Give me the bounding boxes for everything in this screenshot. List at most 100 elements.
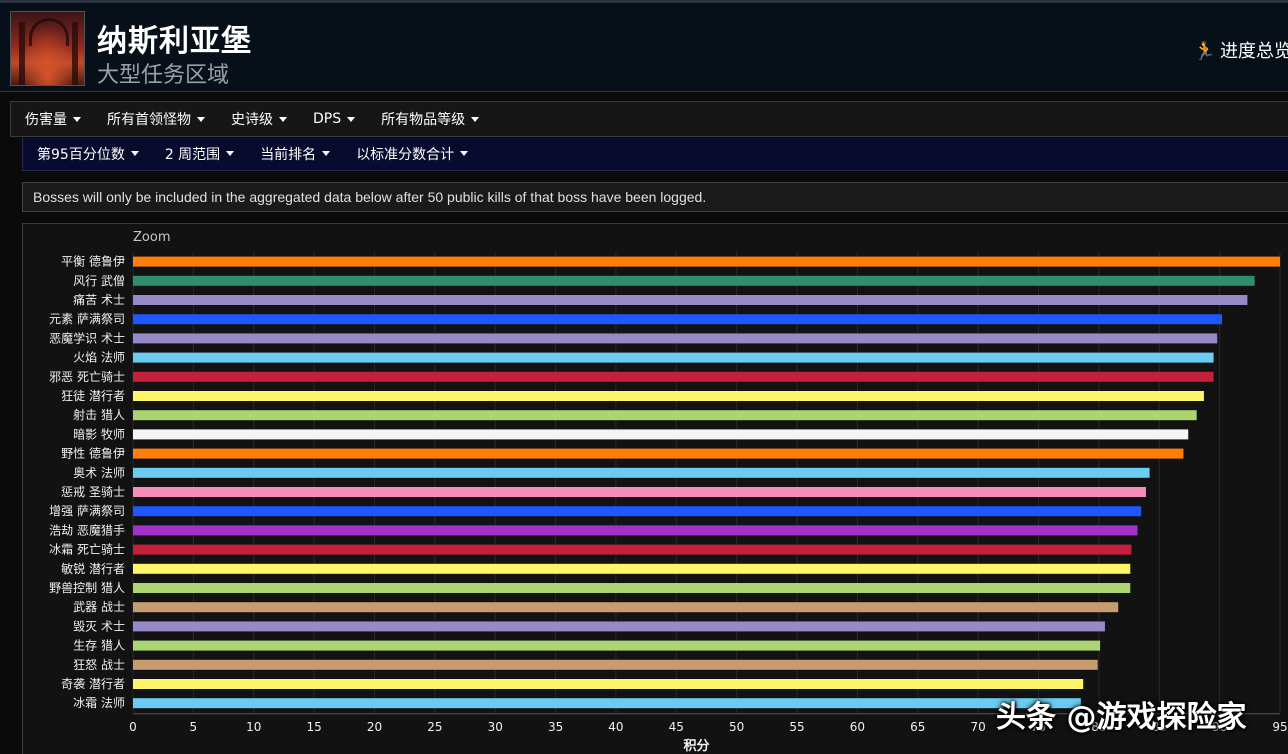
- x-tick-label: 35: [548, 720, 563, 734]
- caret-down-icon: [347, 116, 356, 122]
- caret-down-icon: [197, 116, 205, 122]
- category-label: 敏锐 潜行者: [61, 561, 125, 576]
- running-figure-icon: 🏃: [1193, 41, 1216, 62]
- x-tick-label: 20: [367, 720, 382, 734]
- category-label: 奥术 法师: [73, 466, 125, 480]
- menu-range-dropdown[interactable]: 2 周范围: [165, 144, 235, 164]
- menu-role-dropdown[interactable]: DPS: [313, 111, 356, 127]
- x-tick-label: 45: [669, 720, 684, 734]
- bar: [133, 467, 1150, 478]
- bar: [133, 371, 1214, 382]
- aggregation-notice: Bosses will only be included in the aggr…: [22, 182, 1288, 212]
- x-tick-label: 60: [850, 720, 865, 734]
- category-label: 生存 猎人: [73, 639, 125, 653]
- x-axis-label: 积分: [683, 738, 709, 754]
- bar: [133, 679, 1084, 689]
- bar: [133, 295, 1248, 305]
- filter-menu-bar: 第95百分位数 2 周范围 当前排名 以标准分数合计: [22, 137, 1288, 171]
- category-label: 浩劫 恶魔猎手: [49, 522, 125, 537]
- zone-title: 纳斯利亚堡: [97, 24, 252, 59]
- menu-aggregation-dropdown[interactable]: 以标准分数合计: [356, 144, 469, 164]
- x-tick-label: 25: [427, 720, 442, 734]
- bar: [133, 429, 1189, 440]
- x-tick-label: 65: [910, 720, 925, 734]
- x-tick-label: 5: [190, 720, 198, 734]
- x-tick-label: 30: [488, 720, 503, 734]
- category-label: 奇袭 潜行者: [61, 676, 125, 691]
- caret-down-icon: [73, 116, 81, 122]
- menu-ranking-dropdown[interactable]: 当前排名: [260, 144, 331, 164]
- score-chart-panel: Zoom 平衡 德鲁伊风行 武僧痛苦 术士元素 萨满祭司 恶魔学识 术士火焰 法师邪…: [22, 223, 1288, 754]
- caret-down-icon: [471, 116, 480, 122]
- category-label: 元素 萨满祭司: [49, 312, 125, 326]
- menu-item-level-dropdown[interactable]: 所有物品等级: [381, 109, 480, 129]
- category-label: 平衡 德鲁伊: [61, 254, 125, 269]
- x-tick-label: 15: [306, 720, 321, 734]
- caret-down-icon: [322, 151, 331, 156]
- category-label: 恶魔学识 术士: [49, 330, 125, 345]
- category-label: 火焰 法师: [73, 350, 125, 365]
- category-label: 暗影 牧师: [73, 426, 125, 441]
- x-tick-label: 55: [789, 720, 804, 734]
- category-label: 野兽控制 猎人: [49, 581, 125, 595]
- bar: [133, 698, 1081, 709]
- category-label: 武器 战士: [73, 600, 125, 614]
- bar: [133, 275, 1255, 286]
- category-label: 增强 萨满祭司: [49, 504, 125, 518]
- category-label: 毁灭 术士: [73, 618, 125, 633]
- x-tick-label: 40: [608, 720, 623, 734]
- bar: [133, 391, 1204, 401]
- x-tick-label: 85: [1152, 720, 1167, 734]
- x-tick-label: 80: [1091, 720, 1106, 734]
- category-label: 邪恶 死亡骑士: [49, 370, 125, 384]
- menu-metric-dropdown[interactable]: 伤害量: [25, 109, 81, 129]
- category-label: 野性 德鲁伊: [61, 446, 125, 461]
- x-tick-label: 70: [971, 720, 986, 734]
- category-label: 冰霜 法师: [73, 696, 125, 710]
- bar: [133, 448, 1184, 459]
- bar: [133, 659, 1098, 670]
- x-tick-label: 0: [129, 720, 137, 734]
- zone-subtitle: 大型任务区域: [97, 63, 230, 88]
- bar: [133, 314, 1223, 325]
- category-label: 狂怒 战士: [73, 657, 125, 672]
- category-label: 风行 武僧: [73, 274, 125, 288]
- category-label: 射击 猎人: [73, 407, 125, 422]
- menu-percentile-dropdown[interactable]: 第95百分位数: [37, 144, 139, 164]
- zoom-label: Zoom: [133, 230, 170, 245]
- progress-overview-label: 进度总览: [1220, 41, 1288, 62]
- menu-boss-dropdown[interactable]: 所有首领怪物: [107, 109, 205, 129]
- menu-difficulty-dropdown[interactable]: 史诗级: [231, 109, 287, 129]
- x-tick-label: 75: [1031, 720, 1046, 734]
- caret-down-icon: [226, 151, 235, 156]
- caret-down-icon: [279, 116, 287, 122]
- bar: [133, 583, 1131, 593]
- category-label: 冰霜 死亡骑士: [49, 543, 125, 557]
- bar: [133, 544, 1132, 555]
- metric-menu-bar: 伤害量 所有首领怪物 史诗级 DPS 所有物品等级: [10, 101, 1288, 137]
- bar: [133, 525, 1138, 536]
- score-bar-chart: Zoom 平衡 德鲁伊风行 武僧痛苦 术士元素 萨满祭司恶魔学识 术士火焰 法师邪…: [49, 230, 1287, 754]
- caret-down-icon: [460, 151, 469, 156]
- bar: [133, 352, 1214, 363]
- bar: [133, 563, 1131, 574]
- bar: [133, 487, 1146, 497]
- bar: [133, 410, 1197, 421]
- bar: [133, 256, 1280, 267]
- zone-header: 纳斯利亚堡 大型任务区域 🏃 进度总览: [0, 0, 1288, 92]
- bar: [133, 333, 1218, 344]
- category-label: 痛苦 术士: [73, 292, 125, 307]
- x-tick-label: 10: [246, 720, 261, 734]
- progress-overview-link[interactable]: 🏃 进度总览: [1194, 37, 1288, 63]
- caret-down-icon: [130, 151, 139, 156]
- bar: [133, 621, 1105, 632]
- x-tick-label: 90: [1212, 720, 1227, 734]
- x-tick-label: 50: [729, 720, 744, 734]
- category-label: 狂徒 潜行者: [61, 389, 125, 403]
- category-label: 惩戒 圣骑士: [61, 485, 125, 499]
- bar: [133, 506, 1142, 517]
- bar: [133, 602, 1119, 613]
- zone-thumbnail: [10, 11, 85, 86]
- x-tick-label: 95: [1272, 720, 1287, 734]
- bar: [133, 640, 1101, 651]
